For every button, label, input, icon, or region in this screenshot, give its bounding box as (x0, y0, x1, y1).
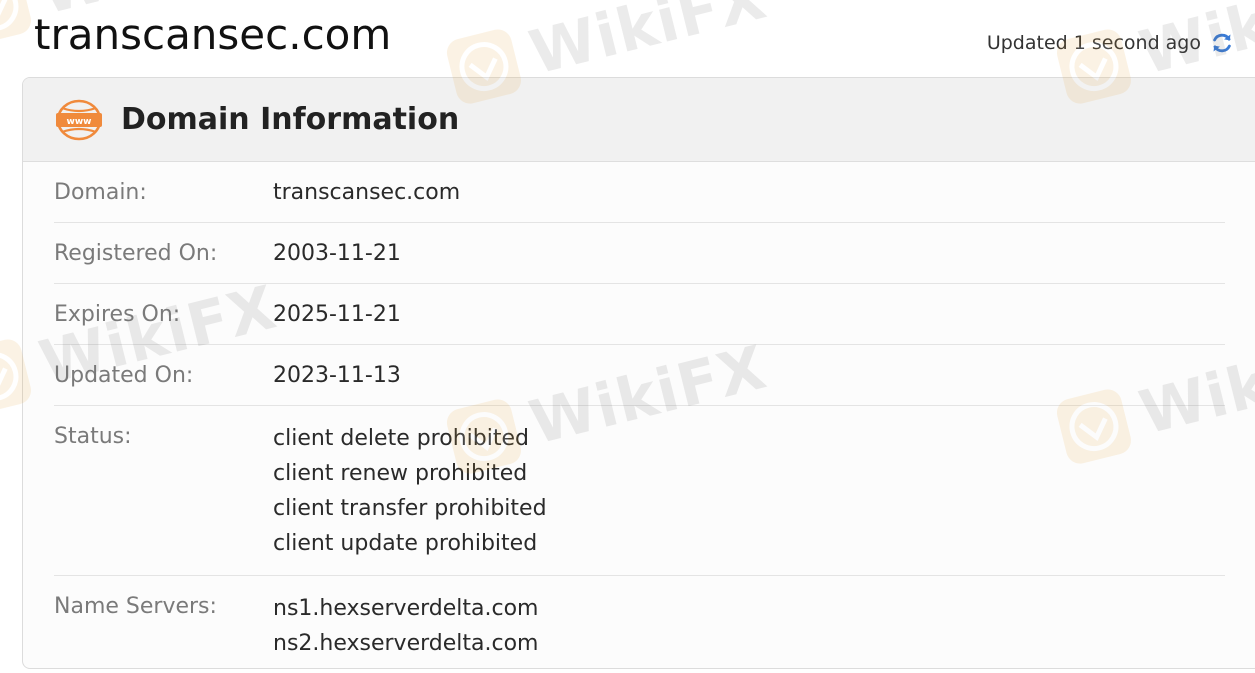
page-title: transcansec.com (34, 10, 392, 59)
row-value: 2023-11-13 (273, 363, 401, 388)
row-values: ns1.hexserverdelta.com ns2.hexserverdelta… (273, 591, 1225, 661)
row-label: Status: (54, 424, 132, 449)
www-icon-text: www (67, 117, 92, 127)
info-row: Name Servers: ns1.hexserverdelta.com ns2.h… (54, 576, 1225, 668)
info-row: Registered On: 2003-11-21 (54, 223, 1225, 284)
watermark-text: WikiFX (523, 0, 774, 89)
card-header: www Domain Information (23, 78, 1255, 162)
row-label: Registered On: (54, 241, 218, 266)
row-value: 2025-11-21 (273, 302, 401, 327)
row-values: 2003-11-21 (273, 238, 1225, 269)
row-values: transcansec.com (273, 177, 1225, 208)
row-label: Name Servers: (54, 594, 217, 619)
row-value: ns2.hexserverdelta.com (273, 631, 539, 656)
row-value: ns1.hexserverdelta.com (273, 596, 539, 621)
row-values: client delete prohibited client renew pro… (273, 421, 1225, 561)
info-row: Expires On: 2025-11-21 (54, 284, 1225, 345)
row-label: Expires On: (54, 302, 181, 327)
updated-status: Updated 1 second ago (987, 30, 1235, 56)
row-value: transcansec.com (273, 180, 461, 205)
wikifx-logo-icon (0, 0, 31, 44)
www-icon: www (56, 99, 102, 140)
row-values: 2023-11-13 (273, 360, 1225, 391)
row-value: client update prohibited (273, 531, 538, 556)
row-value: client transfer prohibited (273, 496, 547, 521)
row-label: Updated On: (54, 363, 194, 388)
card-title: Domain Information (121, 102, 460, 137)
info-row: Updated On: 2023-11-13 (54, 345, 1225, 406)
info-row: Domain: transcansec.com (54, 162, 1225, 223)
updated-text: Updated 1 second ago (986, 32, 1201, 54)
refresh-icon[interactable] (1209, 30, 1235, 56)
domain-info-card: www Domain Information Domain: transcanse… (22, 77, 1255, 669)
info-rows: Domain: transcansec.com Registered On: 2003… (54, 162, 1225, 668)
row-value: client delete prohibited (273, 426, 529, 451)
row-label: Domain: (54, 180, 147, 205)
row-value: client renew prohibited (273, 461, 528, 486)
info-row: Status: client delete prohibited client re… (54, 406, 1225, 576)
row-values: 2025-11-21 (273, 299, 1225, 330)
row-value: 2003-11-21 (273, 241, 401, 266)
